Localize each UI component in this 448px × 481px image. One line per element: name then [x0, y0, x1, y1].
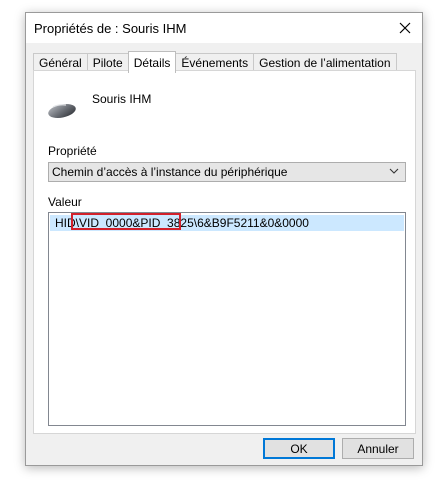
title-bar: Propriétés de : Souris IHM — [26, 13, 422, 43]
ok-button[interactable]: OK — [263, 438, 335, 459]
property-label: Propriété — [48, 144, 97, 158]
cancel-button[interactable]: Annuler — [342, 438, 414, 459]
close-button[interactable] — [388, 13, 422, 43]
property-select[interactable]: Chemin d’accès à l’instance du périphéri… — [48, 162, 406, 182]
properties-dialog: Propriétés de : Souris IHM Général Pilot… — [25, 12, 423, 466]
mouse-icon — [48, 104, 76, 118]
details-panel: Souris IHM Propriété Chemin d’accès à l’… — [33, 70, 416, 434]
tab-details[interactable]: Détails — [127, 51, 177, 73]
property-select-value: Chemin d’accès à l’instance du périphéri… — [52, 165, 288, 179]
close-icon — [399, 22, 411, 34]
highlight-box — [71, 213, 181, 230]
device-name: Souris IHM — [92, 92, 152, 106]
list-item[interactable]: HID\VID_0000&PID_3825\6&B9F5211&0&0000 — [50, 213, 404, 231]
window-title: Propriétés de : Souris IHM — [34, 21, 187, 36]
tab-strip: Général Pilote Détails Événements Gestio… — [33, 51, 397, 73]
value-list[interactable]: HID\VID_0000&PID_3825\6&B9F5211&0&0000 — [48, 212, 406, 426]
value-suffix: \6&B9F5211&0&0000 — [193, 216, 309, 230]
value-label: Valeur — [48, 195, 82, 209]
chevron-down-icon — [389, 168, 399, 174]
